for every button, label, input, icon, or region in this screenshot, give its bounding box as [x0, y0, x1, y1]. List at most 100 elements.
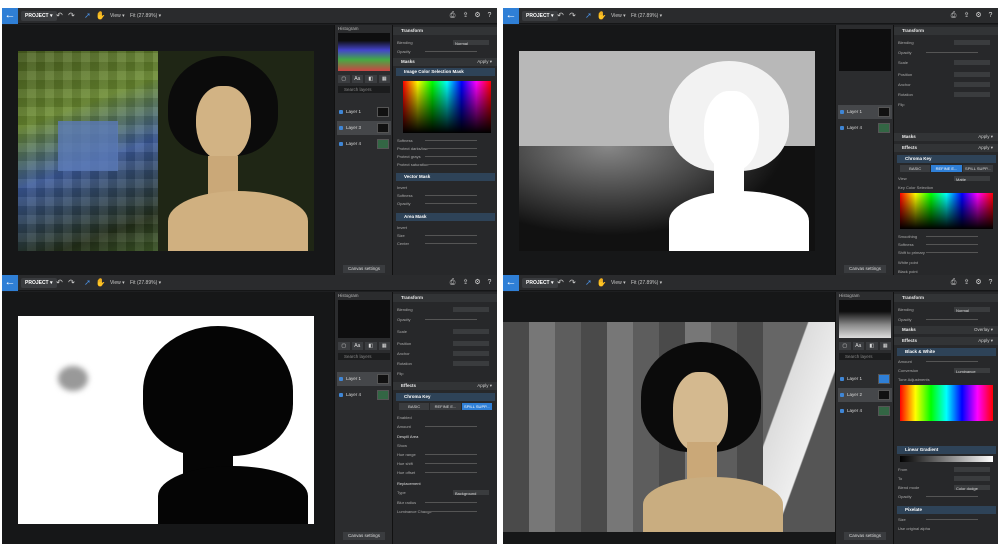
search-input[interactable]: Search layers [338, 86, 390, 93]
visibility-icon[interactable] [840, 393, 844, 397]
color-picker[interactable] [403, 81, 491, 133]
select-tool-icon[interactable]: ➚ [583, 10, 594, 21]
slider-row[interactable]: Opacity [898, 493, 996, 500]
checkbox-row[interactable]: Show [397, 442, 495, 449]
settings-icon[interactable]: ⚙ [973, 277, 984, 288]
checkbox-row[interactable]: Use original alpha [898, 525, 996, 532]
hand-tool-icon[interactable]: ✋ [596, 10, 607, 21]
slider-row[interactable]: Hue range [397, 451, 495, 458]
project-menu[interactable]: PROJECT ▾ [21, 278, 57, 288]
undo-icon[interactable]: ↶ [555, 277, 566, 288]
effects-section[interactable]: Effects Apply ▾ [393, 382, 497, 390]
slider-row[interactable]: Opacity [397, 200, 495, 207]
masks-section[interactable]: Masks Apply ▾ [393, 58, 497, 66]
layer-item[interactable]: Layer 1 [337, 372, 391, 386]
layer-item[interactable]: Layer 1 [838, 372, 892, 386]
visibility-icon[interactable] [339, 110, 343, 114]
shape-icon[interactable]: ▢ [338, 342, 350, 350]
text-icon[interactable]: Aa [852, 342, 864, 350]
visibility-icon[interactable] [840, 126, 844, 130]
slider-row[interactable]: Center [397, 240, 495, 247]
mask-title[interactable]: Vector Mask [396, 173, 495, 181]
project-menu[interactable]: PROJECT ▾ [522, 11, 558, 21]
slider-row[interactable]: Softness [397, 137, 495, 144]
mask-title[interactable]: Area Mask [396, 213, 495, 221]
visibility-icon[interactable] [339, 126, 343, 130]
effect-title[interactable]: Black & White [897, 348, 996, 356]
export-icon[interactable]: ⎙ [447, 277, 458, 288]
checkbox-row[interactable]: Enabled [397, 414, 495, 421]
visibility-icon[interactable] [339, 377, 343, 381]
layer-item[interactable]: Layer 4 [337, 388, 391, 402]
zoom-menu[interactable]: Fit (27.89%) ▾ [130, 11, 161, 21]
undo-icon[interactable]: ↶ [54, 10, 65, 21]
property-row[interactable]: Opacity [397, 316, 495, 323]
redo-icon[interactable]: ↷ [66, 10, 77, 21]
blending-row[interactable]: Blending Normal [397, 39, 495, 46]
effect-title[interactable]: Chroma Key [396, 393, 495, 401]
view-menu[interactable]: View ▾ [110, 278, 125, 288]
property-row[interactable]: Position [397, 340, 495, 347]
share-icon[interactable]: ⇪ [961, 277, 972, 288]
property-row[interactable]: Rotation [397, 360, 495, 367]
layer-item[interactable]: Layer 1 [337, 105, 391, 119]
redo-icon[interactable]: ↷ [66, 277, 77, 288]
back-icon[interactable]: ← [503, 275, 519, 291]
view-menu[interactable]: View ▾ [611, 11, 626, 21]
zoom-menu[interactable]: Fit (27.89%) ▾ [631, 11, 662, 21]
shape-icon[interactable]: ▢ [839, 342, 851, 350]
help-icon[interactable]: ? [484, 277, 495, 288]
slider-row[interactable]: Protect saturation [397, 161, 495, 168]
back-icon[interactable]: ← [2, 275, 18, 291]
settings-icon[interactable]: ⚙ [973, 10, 984, 21]
conversion-row[interactable]: Conversion Luminance [898, 367, 996, 374]
slider-row[interactable]: Amount [898, 358, 996, 365]
canvas-settings-button[interactable]: Canvas settings [343, 532, 385, 540]
effects-section[interactable]: Effects Apply ▾ [894, 144, 998, 152]
slider-row[interactable]: Luminance Change [397, 508, 495, 515]
transform-section[interactable]: Transform [393, 294, 497, 302]
gradient-bar[interactable] [900, 456, 993, 462]
select-tool-icon[interactable]: ➚ [82, 277, 93, 288]
export-icon[interactable]: ⎙ [447, 10, 458, 21]
color-row[interactable]: Black point [898, 268, 996, 275]
help-icon[interactable]: ? [484, 10, 495, 21]
property-row[interactable]: Scale [397, 328, 495, 335]
canvas-settings-button[interactable]: Canvas settings [844, 532, 886, 540]
slider-row[interactable]: Shift to primary [898, 249, 996, 256]
search-input[interactable]: Search layers [338, 353, 390, 360]
redo-icon[interactable]: ↷ [567, 277, 578, 288]
adjust-icon[interactable]: ◧ [866, 342, 878, 350]
slider-row[interactable]: Size [898, 516, 996, 523]
color-row[interactable]: White point [898, 259, 996, 266]
property-row[interactable]: Rotation [898, 91, 996, 98]
zoom-menu[interactable]: Fit (27.89%) ▾ [631, 278, 662, 288]
view-menu[interactable]: View ▾ [611, 278, 626, 288]
gallery-icon[interactable]: ▦ [879, 342, 891, 350]
slider-row[interactable]: Softness [397, 192, 495, 199]
canvas-settings-button[interactable]: Canvas settings [844, 265, 886, 273]
view-row[interactable]: View Matte [898, 175, 996, 182]
property-row[interactable]: Scale [898, 59, 996, 66]
visibility-icon[interactable] [339, 142, 343, 146]
layer-item[interactable]: Layer 1 [838, 105, 892, 119]
transform-section[interactable]: Transform [894, 27, 998, 35]
slider-row[interactable]: Blur radius [397, 499, 495, 506]
undo-icon[interactable]: ↶ [54, 277, 65, 288]
tab-refine[interactable]: REFINE E... [931, 165, 962, 172]
layer-item[interactable]: Layer 4 [838, 121, 892, 135]
slider-row[interactable]: Amount [397, 423, 495, 430]
hand-tool-icon[interactable]: ✋ [596, 277, 607, 288]
transform-section[interactable]: Transform [894, 294, 998, 302]
settings-icon[interactable]: ⚙ [472, 10, 483, 21]
opacity-row[interactable]: Opacity [898, 316, 996, 323]
redo-icon[interactable]: ↷ [567, 10, 578, 21]
mask-title[interactable]: Image Color Selection Mask [396, 68, 495, 76]
shape-icon[interactable]: ▢ [338, 75, 350, 83]
help-icon[interactable]: ? [985, 277, 996, 288]
checkbox-row[interactable]: Invert [397, 184, 495, 191]
tab-spill[interactable]: SPILL SUPP... [962, 165, 993, 172]
property-row[interactable]: Opacity [898, 49, 996, 56]
hand-tool-icon[interactable]: ✋ [95, 10, 106, 21]
layer-item[interactable]: Layer 4 [838, 404, 892, 418]
